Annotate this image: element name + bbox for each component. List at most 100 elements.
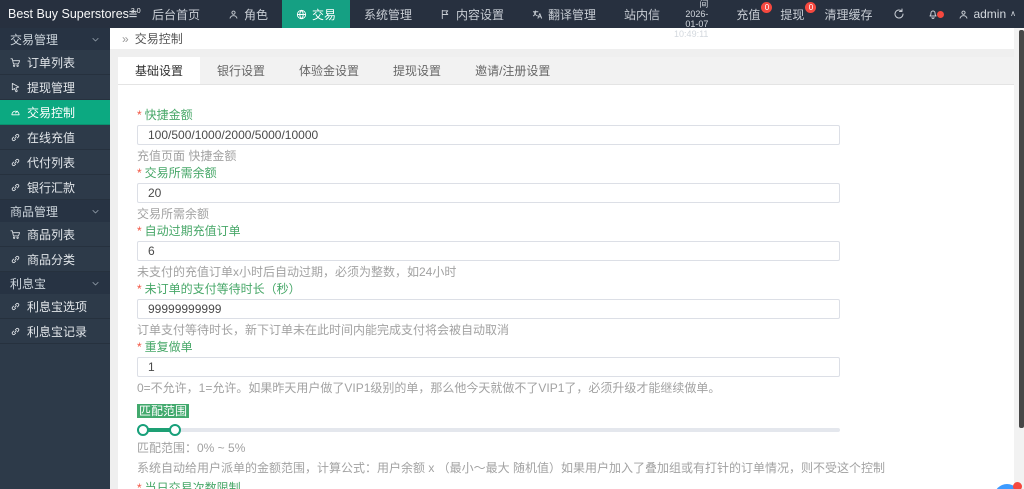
sidebar-item[interactable]: 利息宝记录 [0,319,110,344]
sidebar-item[interactable]: 银行汇款 [0,175,110,200]
slider-label: 匹配范围 [137,404,189,418]
sidebar-item-label: 提现管理 [27,79,75,96]
top-nav-item[interactable]: 角色 [214,0,282,28]
text-input[interactable] [137,241,840,261]
link-icon [10,182,21,193]
field-label: *快捷金额 [137,109,1014,121]
sidebar-section-label: 交易管理 [10,31,58,48]
breadcrumb-marker: » [122,32,129,46]
text-input[interactable] [137,357,840,377]
text-input[interactable] [137,125,840,145]
top-nav-label: 翻译管理 [548,6,596,23]
user-icon [228,9,239,20]
required-asterisk: * [137,282,142,296]
topbar-action[interactable]: 提现0 [770,6,814,23]
topbar-right: 当地时间 2026-01-07 10:49:11 充值0提现0清理缓存 admi… [674,0,1024,28]
required-asterisk: * [137,224,142,238]
field-label-text: 快捷金额 [145,108,193,122]
local-time-label: 当地时间 [674,0,708,9]
field-help: 订单支付等待时长，新下订单未在此时间内能完成支付将会被自动取消 [137,324,1014,336]
sidebar-item[interactable]: 订单列表 [0,50,110,75]
app-version: 3.0 [131,8,141,15]
sidebar-item[interactable]: 提现管理 [0,75,110,100]
settings-card: 基础设置银行设置体验金设置提现设置邀请/注册设置 *快捷金额充值页面 快捷金额*… [118,57,1014,489]
top-nav-label: 系统管理 [364,6,412,23]
sidebar-item[interactable]: 利息宝选项 [0,294,110,319]
slider-handle-min[interactable] [137,424,149,436]
cart-icon [10,57,21,68]
top-nav-item[interactable]: 内容设置 [426,0,518,28]
dashboard-icon [10,107,21,118]
field-label: *自动过期充值订单 [137,225,1014,237]
match-range-block: 匹配范围匹配范围：0% ~ 5% 系统自动给用户派单的金额范围，计算公式：用户余额… [137,402,1014,474]
sidebar-item[interactable]: 在线充值 [0,125,110,150]
app-logo-text: Best Buy Superstores [8,7,129,21]
refresh-icon [893,8,905,20]
notifications-button[interactable] [916,8,950,20]
tab-体验金设置[interactable]: 体验金设置 [282,57,376,84]
tab-邀请/注册设置[interactable]: 邀请/注册设置 [458,57,567,84]
tab-提现设置[interactable]: 提现设置 [376,57,458,84]
top-nav: 后台首页角色交易系统管理 内容设置 翻译管理站内信 [138,0,674,28]
breadcrumb-title: 交易控制 [135,30,183,47]
sidebar-section-title[interactable]: 利息宝 [0,272,110,294]
field-label: *交易所需余额 [137,167,1014,179]
top-nav-item[interactable]: 系统管理 [350,0,426,28]
slider-track[interactable] [137,428,840,432]
sidebar-item-label: 交易控制 [27,104,75,121]
slider-help: 匹配范围：0% ~ 5% [137,442,1014,454]
local-time-value: 2026-01-07 10:49:11 [674,9,708,39]
scrollbar-thumb[interactable] [1019,30,1024,428]
top-nav-item[interactable]: 交易 [282,0,350,28]
sidebar-section-title[interactable]: 商品管理 [0,200,110,222]
app-logo: Best Buy Superstores3.0 [0,0,128,28]
sidebar-item[interactable]: 商品列表 [0,222,110,247]
field-label: *重复做单 [137,341,1014,353]
refresh-button[interactable] [882,8,916,20]
user-menu[interactable]: admin ∧ [950,7,1016,21]
top-nav-item[interactable]: 翻译管理 [518,0,610,28]
sidebar-item-label: 订单列表 [27,54,75,71]
tab-银行设置[interactable]: 银行设置 [200,57,282,84]
range-slider[interactable] [137,424,840,436]
topbar-actions: 充值0提现0 清理缓存 [726,6,882,23]
required-asterisk: * [137,481,142,489]
main-content: » 交易控制 基础设置银行设置体验金设置提现设置邀请/注册设置 *快捷金额充值页… [110,28,1024,489]
field-label: *未订单的支付等待时长（秒） [137,283,1014,295]
form-field: *当日交易次数限制 [137,482,1014,489]
top-nav-label: 内容设置 [456,6,504,23]
sidebar-item-label: 在线充值 [27,129,75,146]
link-icon [10,326,21,337]
sidebar-item[interactable]: 交易控制 [0,100,110,125]
topbar: Best Buy Superstores3.0 ≡ 后台首页角色交易系统管理内容… [0,0,1024,28]
username: admin [973,7,1006,21]
topbar-action-label: 充值 [736,8,760,22]
scrollbar-track[interactable] [1014,28,1024,489]
slider-handle-max[interactable] [169,424,181,436]
flag-icon [440,9,451,20]
link-icon [10,254,21,265]
tab-基础设置[interactable]: 基础设置 [118,57,200,84]
field-label-text: 自动过期充值订单 [145,224,241,238]
top-nav-item[interactable]: 站内信 [610,0,674,28]
sidebar-item-label: 利息宝记录 [27,323,87,340]
text-input[interactable] [137,183,840,203]
sidebar-section-label: 利息宝 [10,275,46,292]
slider-note: 系统自动给用户派单的金额范围，计算公式：用户余额 x （最小～最大 随机值）如果… [137,462,1014,474]
sidebar-item[interactable]: 商品分类 [0,247,110,272]
local-time: 当地时间 2026-01-07 10:49:11 [674,0,708,39]
required-asterisk: * [137,166,142,180]
sidebar-item-label: 商品列表 [27,226,75,243]
text-input[interactable] [137,299,840,319]
topbar-action-label: 清理缓存 [824,8,872,22]
tab-bar: 基础设置银行设置体验金设置提现设置邀请/注册设置 [118,57,1014,85]
topbar-action[interactable]: 充值0 [726,6,770,23]
required-asterisk: * [137,108,142,122]
topbar-action[interactable]: 清理缓存 [814,6,882,23]
sidebar-section-title[interactable]: 交易管理 [0,28,110,50]
top-nav-item[interactable]: 后台首页 [138,0,214,28]
hand-icon [10,82,21,93]
sidebar-item[interactable]: 代付列表 [0,150,110,175]
field-help: 交易所需余额 [137,208,1014,220]
sidebar: 交易管理订单列表提现管理交易控制在线充值代付列表银行汇款商品管理商品列表商品分类… [0,28,110,489]
